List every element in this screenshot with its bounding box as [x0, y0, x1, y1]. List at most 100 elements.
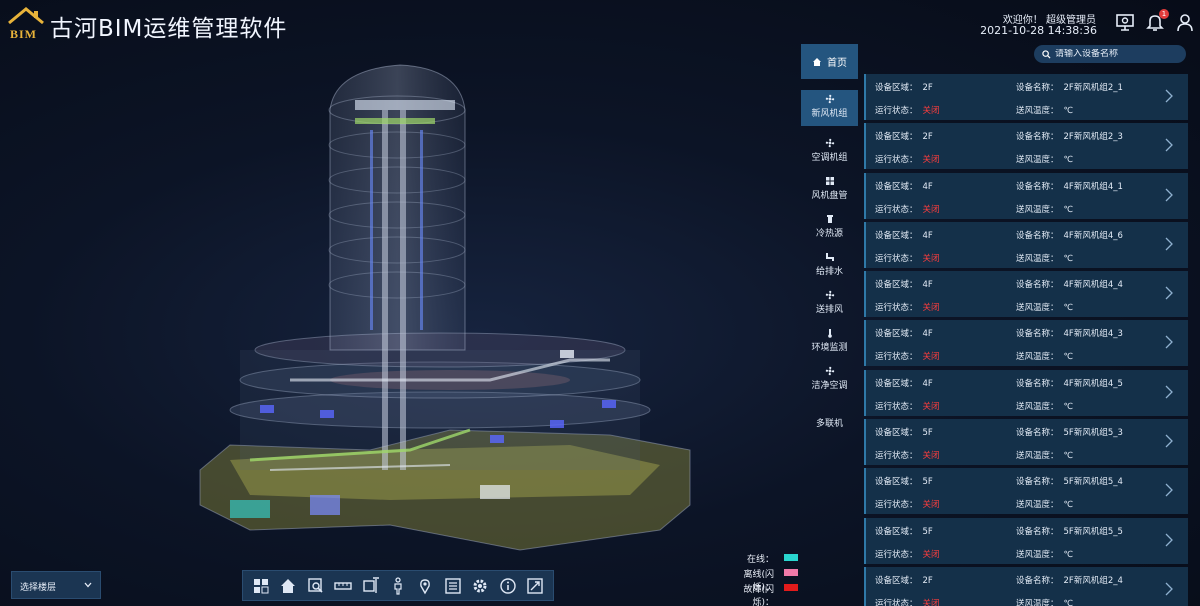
chevron-right-icon[interactable]	[1164, 237, 1174, 251]
nav-item-label: 风机盘管	[811, 191, 848, 201]
view-toolbar	[242, 570, 554, 601]
monitor-icon[interactable]	[1115, 12, 1135, 32]
device-area: 设备区域： 2F	[875, 130, 933, 142]
device-card[interactable]: 设备区域： 5F 设备名称： 5F新风机组5_5 运行状态： 关闭 送风温度： ℃	[864, 517, 1188, 564]
device-temp: 送风温度： ℃	[1016, 498, 1073, 510]
fullscreen-icon[interactable]	[526, 577, 544, 595]
temp-label: 送风温度：	[1016, 549, 1059, 560]
device-name: 设备名称： 4F新风机组4_1	[1016, 180, 1123, 192]
name-value: 4F新风机组4_5	[1063, 378, 1123, 389]
device-status: 运行状态： 关闭	[875, 252, 940, 264]
chevron-right-icon[interactable]	[1164, 434, 1174, 448]
user-icon[interactable]	[1175, 12, 1195, 32]
legend-item: 离线(闪烁)：	[722, 567, 798, 593]
name-label: 设备名称：	[1016, 230, 1059, 241]
nav-item[interactable]: 冷热源	[801, 210, 858, 246]
status-value: 关闭	[922, 253, 940, 264]
temp-value: ℃	[1063, 303, 1074, 314]
temp-value: ℃	[1063, 500, 1074, 511]
chevron-right-icon[interactable]	[1164, 582, 1174, 596]
device-card[interactable]: 设备区域： 2F 设备名称： 2F新风机组2_4 运行状态： 关闭 送风温度： ℃	[864, 566, 1188, 606]
status-label: 运行状态：	[875, 253, 918, 264]
chevron-right-icon[interactable]	[1164, 335, 1174, 349]
device-area: 设备区域： 4F	[875, 278, 933, 290]
fan-icon	[825, 366, 835, 376]
device-card[interactable]: 设备区域： 5F 设备名称： 5F新风机组5_3 运行状态： 关闭 送风温度： ℃	[864, 419, 1188, 466]
device-card[interactable]: 设备区域： 4F 设备名称： 4F新风机组4_1 运行状态： 关闭 送风温度： ℃	[864, 172, 1188, 219]
chevron-right-icon[interactable]	[1164, 286, 1174, 300]
device-card[interactable]: 设备区域： 4F 设备名称： 4F新风机组4_4 运行状态： 关闭 送风温度： ℃	[864, 271, 1188, 318]
device-card[interactable]: 设备区域： 2F 设备名称： 2F新风机组2_1 运行状态： 关闭 送风温度： ℃	[864, 74, 1188, 120]
area-value: 2F	[922, 132, 933, 143]
bim-3d-model-view[interactable]	[190, 50, 710, 560]
logo-text: BIM	[10, 27, 37, 41]
floor-select[interactable]: 选择楼层	[11, 571, 101, 599]
chevron-right-icon[interactable]	[1164, 483, 1174, 497]
chevron-right-icon[interactable]	[1164, 385, 1174, 399]
grid-view-icon[interactable]	[252, 577, 270, 595]
chevron-right-icon[interactable]	[1164, 188, 1174, 202]
device-card[interactable]: 设备区域： 4F 设备名称： 4F新风机组4_5 运行状态： 关闭 送风温度： ℃	[864, 369, 1188, 416]
temp-value: ℃	[1063, 549, 1074, 560]
status-legend: 在线： 离线(闪烁)： 故障(闪烁)：	[722, 552, 798, 606]
status-label: 运行状态：	[875, 500, 918, 511]
nav-item[interactable]: 洁净空调	[801, 362, 858, 398]
device-card[interactable]: 设备区域： 5F 设备名称： 5F新风机组5_4 运行状态： 关闭 送风温度： ℃	[864, 468, 1188, 515]
status-value: 关闭	[922, 106, 940, 116]
zoom-area-icon[interactable]	[307, 577, 325, 595]
device-card[interactable]: 设备区域： 2F 设备名称： 2F新风机组2_3 运行状态： 关闭 送风温度： ℃	[864, 123, 1188, 170]
device-temp: 送风温度： ℃	[1016, 301, 1073, 313]
measure-icon[interactable]	[334, 577, 352, 595]
name-label: 设备名称：	[1016, 575, 1059, 586]
temp-label: 送风温度：	[1016, 303, 1059, 314]
legend-swatch	[784, 569, 798, 576]
area-label: 设备区域：	[875, 428, 918, 439]
temp-label: 送风温度：	[1016, 155, 1059, 166]
search-icon	[1042, 49, 1051, 59]
name-value: 5F新风机组5_4	[1063, 477, 1123, 488]
temp-value: ℃	[1063, 352, 1074, 363]
device-card[interactable]: 设备区域： 4F 设备名称： 4F新风机组4_3 运行状态： 关闭 送风温度： ℃	[864, 320, 1188, 367]
device-area: 设备区域： 5F	[875, 426, 933, 438]
chevron-right-icon[interactable]	[1164, 533, 1174, 547]
fan-icon	[825, 290, 835, 300]
name-label: 设备名称：	[1016, 526, 1059, 537]
area-label: 设备区域：	[875, 181, 918, 192]
nav-item-label: 环境监测	[811, 343, 848, 353]
area-value: 2F	[922, 83, 933, 93]
home-icon[interactable]	[279, 577, 297, 595]
chevron-right-icon[interactable]	[1164, 138, 1174, 152]
device-status: 运行状态： 关闭	[875, 597, 940, 606]
nav-item[interactable]: 环境监测	[801, 324, 858, 360]
device-card[interactable]: 设备区域： 4F 设备名称： 4F新风机组4_6 运行状态： 关闭 送风温度： ℃	[864, 221, 1188, 268]
device-name: 设备名称： 2F新风机组2_4	[1016, 574, 1123, 586]
area-value: 5F	[922, 477, 933, 488]
person-roam-icon[interactable]	[389, 576, 407, 595]
nav-item-label: 新风机组	[811, 109, 848, 119]
nav-item[interactable]: 送排风	[801, 286, 858, 322]
device-status: 运行状态： 关闭	[875, 104, 940, 116]
properties-icon[interactable]	[444, 577, 462, 595]
location-pin-icon[interactable]	[416, 577, 434, 595]
status-value: 关闭	[922, 549, 940, 560]
nav-item[interactable]: 风机盘管	[801, 172, 858, 208]
nav-item[interactable]: 新风机组	[801, 90, 858, 126]
nav-home-label: 首页	[827, 58, 847, 69]
name-label: 设备名称：	[1016, 181, 1059, 192]
chevron-right-icon[interactable]	[1164, 89, 1174, 103]
temp-value: ℃	[1063, 204, 1074, 215]
nav-home[interactable]: 首页	[801, 44, 858, 79]
nav-item[interactable]: 多联机	[801, 400, 858, 436]
search-input[interactable]	[1055, 49, 1175, 59]
temp-value: ℃	[1063, 451, 1074, 462]
device-search[interactable]	[1034, 45, 1186, 63]
device-area: 设备区域： 5F	[875, 475, 933, 487]
nav-item[interactable]: 给排水	[801, 248, 858, 284]
status-value: 关闭	[922, 500, 940, 511]
status-value: 关闭	[922, 451, 940, 462]
nav-item[interactable]: 空调机组	[801, 134, 858, 170]
home-icon	[813, 57, 821, 66]
settings-icon[interactable]	[471, 577, 489, 595]
section-icon[interactable]	[362, 576, 380, 595]
info-icon[interactable]	[499, 577, 517, 595]
